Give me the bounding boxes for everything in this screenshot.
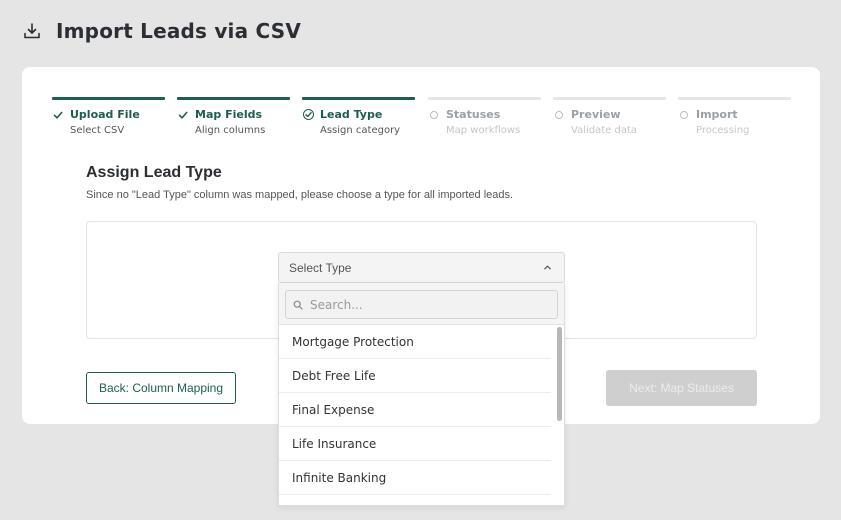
- step-lead-type: Lead Type Assign category: [302, 97, 415, 136]
- step-subtitle: Map workflows: [446, 125, 521, 136]
- page-title: Import Leads via CSV: [56, 19, 301, 43]
- pending-circle-icon: [428, 109, 440, 121]
- step-subtitle: Processing: [696, 125, 750, 136]
- section-description: Since no "Lead Type" column was mapped, …: [86, 189, 514, 201]
- step-progress-bar: [553, 97, 666, 100]
- step-statuses: Statuses Map workflows: [428, 97, 541, 136]
- pending-circle-icon: [553, 109, 565, 121]
- step-subtitle: Align columns: [195, 125, 266, 136]
- step-title: Map Fields: [195, 108, 263, 121]
- step-upload-file: Upload File Select CSV: [52, 97, 165, 136]
- search-box: [285, 290, 558, 319]
- page-header: Import Leads via CSV: [22, 16, 301, 46]
- download-icon: [22, 21, 42, 41]
- step-subtitle: Validate data: [571, 125, 638, 136]
- lead-type-select[interactable]: Select Type: [278, 252, 565, 283]
- step-progress-bar: [302, 97, 415, 100]
- lead-type-dropdown: Mortgage Protection Debt Free Life Final…: [278, 283, 565, 506]
- step-preview: Preview Validate data: [553, 97, 666, 136]
- section-title: Assign Lead Type: [86, 164, 222, 181]
- option-life-insurance[interactable]: Life Insurance: [279, 427, 551, 461]
- step-subtitle: Select CSV: [70, 125, 125, 136]
- check-icon: [177, 109, 189, 121]
- option-list: Mortgage Protection Debt Free Life Final…: [279, 325, 564, 495]
- option-debt-free-life[interactable]: Debt Free Life: [279, 359, 551, 393]
- step-title: Preview: [571, 108, 621, 121]
- step-subtitle: Assign category: [320, 125, 401, 136]
- option-infinite-banking[interactable]: Infinite Banking: [279, 461, 551, 495]
- step-progress-bar: [177, 97, 290, 100]
- step-progress-bar: [428, 97, 541, 100]
- step-import: Import Processing: [678, 97, 791, 136]
- step-progress-bar: [52, 97, 165, 100]
- step-title: Import: [696, 108, 738, 121]
- chevron-up-icon: [542, 263, 552, 273]
- stepper: Upload File Select CSV Map Fields Align …: [52, 97, 791, 137]
- active-step-icon: [302, 109, 314, 121]
- select-value: Select Type: [289, 260, 352, 275]
- step-title: Statuses: [446, 108, 501, 121]
- pending-circle-icon: [678, 109, 690, 121]
- dropdown-scrollbar[interactable]: [557, 327, 562, 421]
- next-button: Next: Map Statuses: [606, 370, 757, 406]
- option-final-expense[interactable]: Final Expense: [279, 393, 551, 427]
- search-icon: [293, 300, 303, 310]
- option-mortgage-protection[interactable]: Mortgage Protection: [279, 325, 551, 359]
- search-input[interactable]: [310, 297, 540, 312]
- step-title: Upload File: [70, 108, 140, 121]
- step-progress-bar: [678, 97, 791, 100]
- search-area: [279, 283, 564, 325]
- step-map-fields: Map Fields Align columns: [177, 97, 290, 136]
- step-title: Lead Type: [320, 108, 383, 121]
- back-button[interactable]: Back: Column Mapping: [86, 372, 236, 404]
- check-icon: [52, 109, 64, 121]
